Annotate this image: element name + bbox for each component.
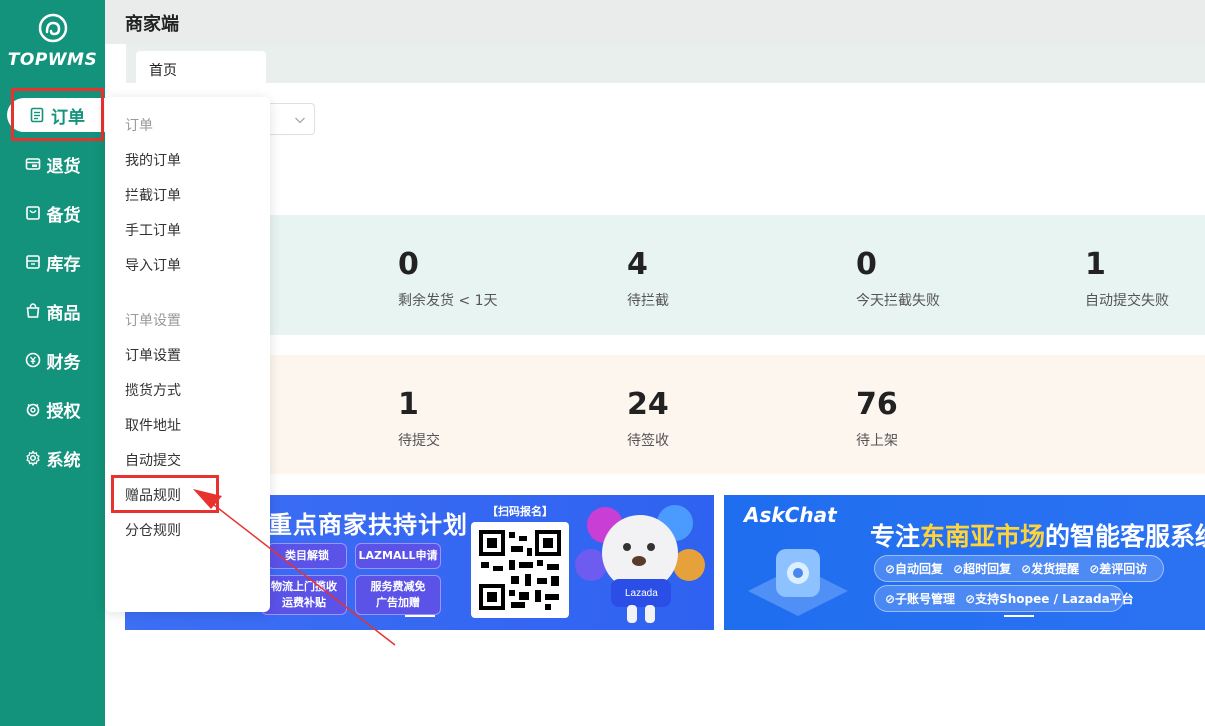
- sidebar-item-returns[interactable]: 退货: [0, 147, 105, 181]
- submenu-item-warehouse-split-rules[interactable]: 分仓规则: [125, 520, 181, 540]
- logo-icon: [38, 13, 67, 43]
- submenu-item-pickup-address[interactable]: 取件地址: [125, 415, 181, 435]
- annotation-box-gift-rules: [111, 475, 219, 513]
- banner-headline: 重点商家扶持计划: [268, 511, 468, 539]
- stat-label: 剩余发货 < 1天: [398, 293, 498, 309]
- stat-pending-shelve[interactable]: 76 待上架: [856, 387, 1056, 450]
- stat-value: 1: [1085, 247, 1106, 282]
- stat-value: 24: [627, 387, 669, 422]
- stat-value: 1: [398, 387, 419, 422]
- sidebar-item-label: 商品: [46, 303, 81, 324]
- submenu-item-pickup-method[interactable]: 揽货方式: [125, 380, 181, 400]
- stat-label: 今天拦截失败: [856, 293, 940, 309]
- tab-home[interactable]: 首页: [136, 51, 266, 83]
- feature-chip: ⊘自动回复: [885, 562, 944, 576]
- sidebar-item-label: 系统: [46, 450, 81, 471]
- stat-value: 0: [856, 247, 877, 282]
- inventory-icon: [25, 255, 40, 269]
- feature-chip: ⊘超时回复: [953, 562, 1012, 576]
- banner-pill: 服务费减免 广告加赠: [355, 575, 441, 615]
- qr-code: [471, 522, 569, 618]
- stat-intercept-failed-today[interactable]: 0 今天拦截失败: [856, 247, 1056, 310]
- stat-label: 待提交: [398, 433, 440, 449]
- chat-device-illustration: [748, 549, 848, 616]
- stat-label: 待上架: [856, 433, 898, 449]
- sidebar-item-label: 备货: [46, 205, 81, 226]
- banner-pill: 类目解锁: [267, 543, 347, 569]
- filter-select[interactable]: [270, 103, 315, 135]
- orders-submenu: 订单 我的订单 拦截订单 手工订单 导入订单 订单设置 订单设置 揽货方式 取件…: [105, 97, 270, 612]
- stat-pending-submit[interactable]: 1 待提交: [398, 387, 598, 450]
- stat-label: 待签收: [627, 433, 669, 449]
- carousel-indicator[interactable]: [405, 615, 435, 617]
- sidebar-item-inventory[interactable]: 库存: [0, 245, 105, 279]
- banner-pill: LAZMALL申请: [355, 543, 441, 569]
- feature-chip: ⊘支持Shopee / Lazada平台: [965, 592, 1134, 606]
- sidebar-item-label: 财务: [46, 352, 81, 373]
- headline-suffix: 的智能客服系统: [1045, 522, 1205, 551]
- stock-prep-icon: [25, 206, 40, 220]
- feature-chip: ⊘子账号管理: [885, 592, 956, 606]
- stat-pending-intercept[interactable]: 4 待拦截: [627, 247, 827, 310]
- submenu-item-auto-submit[interactable]: 自动提交: [125, 450, 181, 470]
- stat-pending-receipt[interactable]: 24 待签收: [627, 387, 827, 450]
- headline-prefix: 专注: [870, 522, 921, 551]
- annotation-box-orders: [11, 88, 104, 141]
- headline-highlight: 东南亚市场: [920, 522, 1046, 551]
- logo-text: TOPWMS: [7, 50, 98, 70]
- feature-chips-row2: ⊘子账号管理 ⊘支持Shopee / Lazada平台: [874, 585, 1134, 612]
- header: 商家端: [105, 0, 1205, 44]
- submenu-group-order-settings: 订单设置: [125, 313, 181, 329]
- return-icon: [25, 158, 40, 170]
- stat-auto-submit-failed[interactable]: 1 自动提交失败: [1085, 247, 1205, 310]
- sidebar-item-products[interactable]: 商品: [0, 294, 105, 328]
- banner-brand: AskChat: [744, 503, 837, 527]
- submenu-item-my-orders[interactable]: 我的订单: [125, 150, 181, 170]
- mascot-label: Lazada: [625, 588, 658, 599]
- product-icon: [26, 303, 39, 318]
- stats-card-orders: 0 剩余发货 < 1天 4 待拦截 0 今天拦截失败 1 自动提交失败: [270, 215, 1205, 335]
- mascot-illustration: Lazada: [575, 505, 705, 623]
- submenu-item-import-orders[interactable]: 导入订单: [125, 255, 181, 275]
- sidebar-item-label: 授权: [46, 401, 81, 422]
- banner-headline: 专注东南亚市场的智能客服系统: [870, 517, 1205, 553]
- qr-title: 【扫码报名】: [487, 505, 553, 518]
- stat-remaining-ship[interactable]: 0 剩余发货 < 1天: [398, 247, 598, 310]
- stat-value: 0: [398, 247, 419, 282]
- stat-value: 4: [627, 247, 648, 282]
- sidebar-item-system[interactable]: 系统: [0, 441, 105, 475]
- chevron-down-icon: [295, 117, 305, 124]
- sidebar-item-finance[interactable]: 财务: [0, 343, 105, 377]
- banner-askchat[interactable]: AskChat 专注东南亚市场的智能客服系统 ⊘自动回复 ⊘超时回复 ⊘发货提醒…: [724, 495, 1205, 630]
- finance-icon: [25, 352, 40, 368]
- qr-code-icon: [479, 530, 561, 610]
- submenu-group-orders: 订单: [125, 118, 153, 134]
- logo[interactable]: TOPWMS: [0, 12, 105, 70]
- banner-pill: 物流上门揽收 运费补贴: [261, 575, 347, 615]
- stat-label: 待拦截: [627, 293, 669, 309]
- sidebar-item-stock-prep[interactable]: 备货: [0, 196, 105, 230]
- stat-value: 76: [856, 387, 898, 422]
- submenu-item-manual-orders[interactable]: 手工订单: [125, 220, 181, 240]
- submenu-item-order-settings[interactable]: 订单设置: [125, 345, 181, 365]
- stat-label: 自动提交失败: [1085, 293, 1169, 309]
- sidebar-item-auth[interactable]: 授权: [0, 392, 105, 426]
- feature-chips-row1: ⊘自动回复 ⊘超时回复 ⊘发货提醒 ⊘差评回访: [874, 555, 1164, 582]
- feature-chip: ⊘发货提醒: [1021, 562, 1080, 576]
- submenu-item-intercept-orders[interactable]: 拦截订单: [125, 185, 181, 205]
- tab-bar: 首页: [126, 44, 1205, 83]
- auth-icon: [26, 403, 39, 417]
- gear-icon: [25, 450, 40, 466]
- feature-chip: ⊘差评回访: [1089, 562, 1148, 576]
- stats-card-inbound: 1 待提交 24 待签收 76 待上架: [270, 355, 1205, 474]
- sidebar-item-label: 库存: [46, 254, 81, 275]
- page-title: 商家端: [125, 14, 179, 35]
- sidebar-item-label: 退货: [46, 156, 81, 177]
- carousel-indicator[interactable]: [1004, 615, 1034, 617]
